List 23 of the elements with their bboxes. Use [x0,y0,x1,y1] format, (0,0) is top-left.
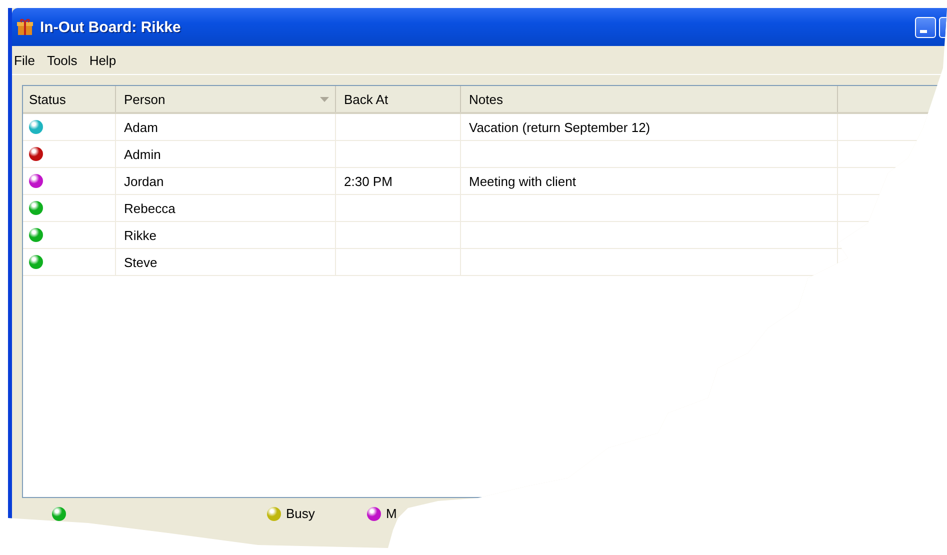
menu-item[interactable]: Tools [46,52,78,68]
column-header[interactable]: Back At [336,86,461,112]
notes-text: Vacation (return September 12) [469,120,650,134]
menu-item[interactable]: Help [89,52,116,68]
sort-caret-icon [320,96,329,102]
gift-icon [16,18,34,36]
person-name: Jordan [124,174,164,188]
column-header[interactable]: Notes [461,86,838,112]
window-title: In-Out Board: Rikke [40,18,181,36]
legend-label: M [386,506,397,521]
column-header[interactable]: Status [23,86,116,112]
back-at-time: 2:30 PM [344,174,392,188]
person-name: Steve [124,254,158,270]
menu-item[interactable]: File [14,52,35,68]
minimize-icon [920,30,927,32]
person-name: Rikke [124,228,157,242]
person-name: Adam [124,120,158,134]
column-header[interactable]: Person [116,86,336,112]
person-name: Rebecca [124,200,176,216]
person-name: Admin [124,146,161,162]
legend-label: Busy [286,506,315,521]
minimize-button[interactable] [915,16,936,38]
notes-text: Meeting with client [469,174,576,188]
